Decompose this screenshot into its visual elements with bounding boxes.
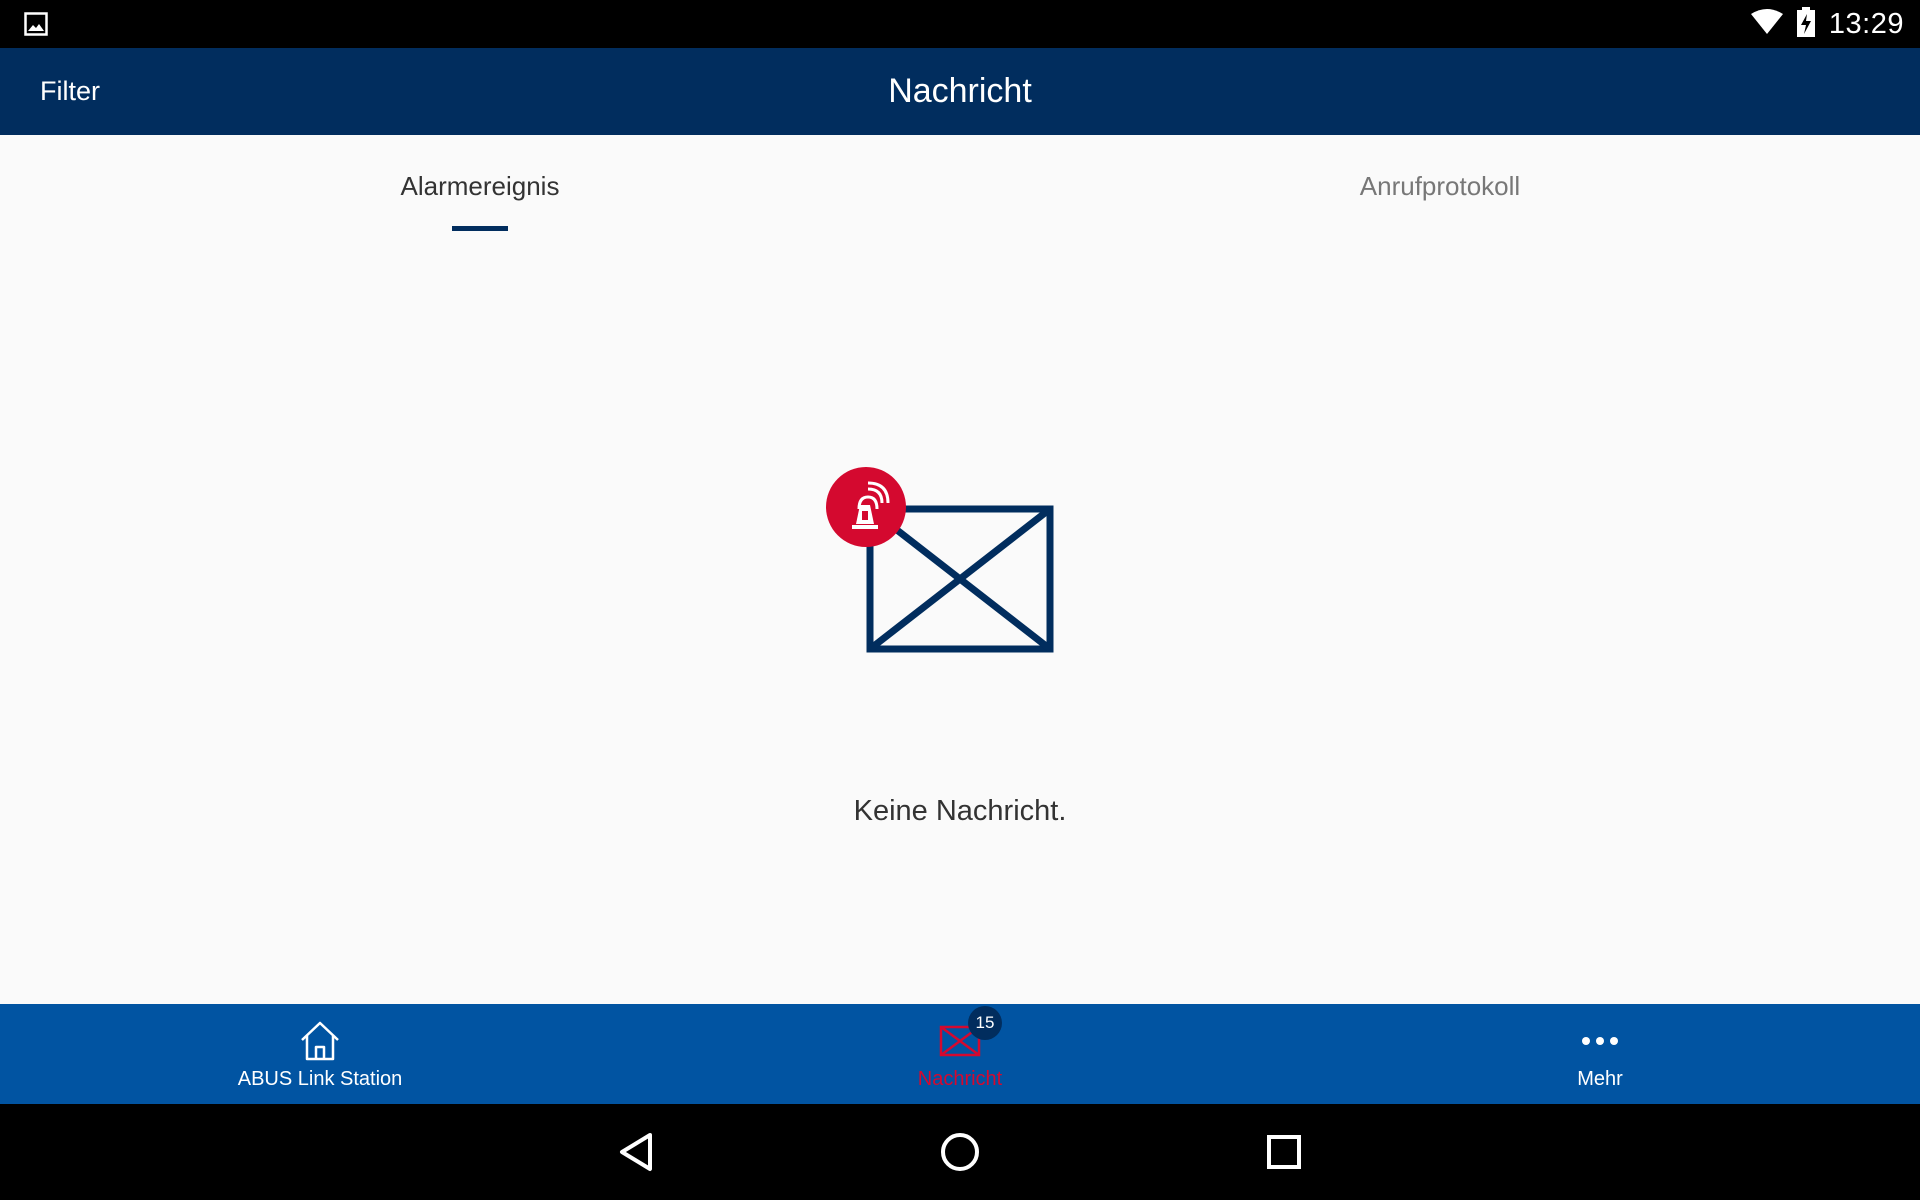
- tab-alarmereignis[interactable]: Alarmereignis: [0, 135, 960, 235]
- status-bar: 13:29: [0, 0, 1920, 48]
- tab-anrufprotokoll[interactable]: Anrufprotokoll: [960, 135, 1920, 235]
- back-icon[interactable]: [608, 1124, 664, 1180]
- nav-label: Nachricht: [917, 1068, 1003, 1090]
- home-icon: [0, 1018, 640, 1064]
- clock: 13:29: [1828, 7, 1904, 40]
- tab-indicator: [452, 226, 508, 231]
- home-circle-icon[interactable]: [932, 1124, 988, 1180]
- tab-label: Alarmereignis: [400, 171, 560, 201]
- system-nav-bar: [0, 1104, 1920, 1200]
- page-title: Nachricht: [888, 72, 1032, 110]
- notification-badge: 15: [968, 1006, 1002, 1040]
- nav-item-mehr[interactable]: Mehr: [1280, 1004, 1920, 1104]
- wifi-icon: [1750, 8, 1783, 40]
- alarm-envelope-icon: [826, 467, 1056, 657]
- battery-charging-icon: [1796, 6, 1815, 42]
- nav-item-nachricht[interactable]: Nachricht: [640, 1004, 1280, 1104]
- filter-button[interactable]: Filter: [40, 48, 100, 135]
- nav-item-abus-link-station[interactable]: ABUS Link Station: [0, 1004, 640, 1104]
- tab-label: Anrufprotokoll: [1359, 171, 1521, 201]
- empty-message: Keine Nachricht.: [853, 795, 1067, 827]
- gallery-icon: [24, 12, 48, 41]
- more-dots-icon: [1280, 1018, 1920, 1064]
- bottom-nav: ABUS Link Station Nachricht Mehr: [0, 1004, 1920, 1104]
- envelope-icon: [640, 1018, 1280, 1064]
- nav-label: ABUS Link Station: [237, 1068, 403, 1090]
- tab-bar: Alarmereignis Anrufprotokoll: [0, 135, 1920, 235]
- recents-icon[interactable]: [1256, 1124, 1312, 1180]
- nav-label: Mehr: [1577, 1068, 1623, 1090]
- app-bar: Filter Nachricht: [0, 48, 1920, 135]
- empty-state: Keine Nachricht.: [0, 235, 1920, 1004]
